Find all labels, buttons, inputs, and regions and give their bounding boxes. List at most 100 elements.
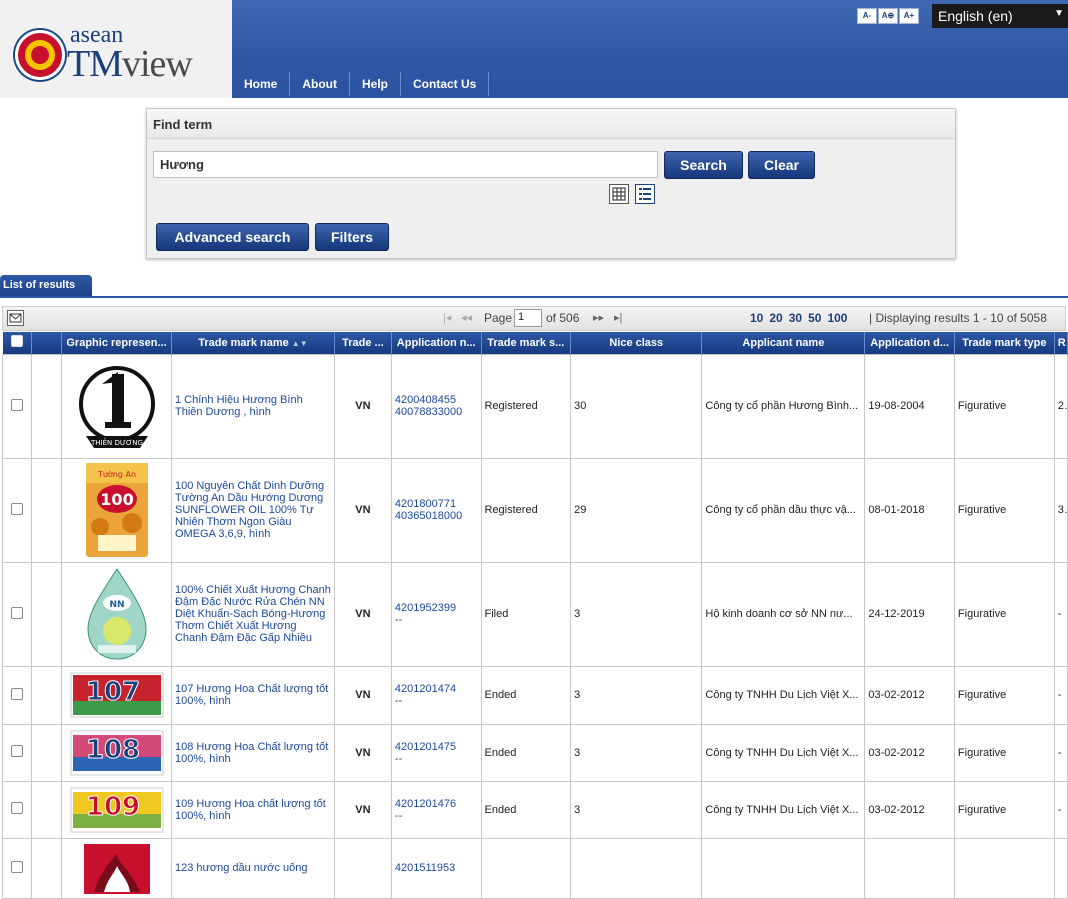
nav-help[interactable]: Help xyxy=(350,72,402,96)
graphic-representation[interactable]: 108 xyxy=(61,723,172,782)
nice-class: 3 xyxy=(570,723,703,782)
nav-about[interactable]: About xyxy=(290,72,350,96)
office-code xyxy=(333,837,392,899)
row-checkbox[interactable] xyxy=(2,353,32,459)
row-blank xyxy=(30,780,63,839)
nav-contact-us[interactable]: Contact Us xyxy=(401,72,490,96)
nav-home[interactable]: Home xyxy=(232,72,291,96)
trade-mark-name[interactable]: 123 hương dầu nước uống xyxy=(170,837,335,899)
first-page-icon[interactable]: |◂ xyxy=(443,311,451,324)
row-blank xyxy=(30,353,63,459)
graphic-representation[interactable]: THIÊN DƯƠNG xyxy=(61,353,172,459)
table-row[interactable]: 123 hương dầu nước uống 4201511953 xyxy=(2,837,1068,899)
application-number[interactable]: 4201800771 40365018000 xyxy=(390,457,482,563)
trade-mark-status: Registered xyxy=(480,457,572,563)
trade-mark-type: Figurative xyxy=(953,780,1055,839)
office-code: VN xyxy=(333,457,392,563)
row-checkbox[interactable] xyxy=(2,780,32,839)
table-row[interactable]: 107 107 Hương Hoa Chất lượng tốt 100%, hì… xyxy=(2,665,1068,725)
graphic-representation[interactable]: 107 xyxy=(61,665,172,725)
table-row[interactable]: 108 108 Hương Hoa Chất lượng tốt 100%, hì… xyxy=(2,723,1068,782)
row-checkbox[interactable] xyxy=(2,561,32,667)
last-page-icon[interactable]: ▸| xyxy=(614,311,622,324)
trade-mark-name[interactable]: 100% Chiết Xuất Hương Chanh Đậm Đặc Nước… xyxy=(170,561,335,667)
page-size-10[interactable]: 10 xyxy=(750,311,763,325)
graphic-representation[interactable]: 109 xyxy=(61,780,172,839)
mail-icon[interactable] xyxy=(7,310,24,326)
grid-view-icon[interactable] xyxy=(609,184,629,204)
header-trade-mark-name[interactable]: Trade mark name ▲▼ xyxy=(171,332,335,354)
trade-mark-name[interactable]: 1 Chính Hiệu Hương Bình Thiên Dương , hì… xyxy=(170,353,335,459)
row-checkbox[interactable] xyxy=(2,665,32,725)
next-page-icon[interactable]: ▸▸ xyxy=(593,311,604,324)
table-row[interactable]: THIÊN DƯƠNG 1 Chính Hiệu Hương Bình Thiên… xyxy=(2,353,1068,459)
application-date: 03-02-2012 xyxy=(864,780,955,839)
trade-mark-type: Figurative xyxy=(953,457,1055,563)
tab-underline xyxy=(0,296,1068,298)
row-checkbox[interactable] xyxy=(2,723,32,782)
list-view-icon[interactable] xyxy=(635,184,655,204)
header-application-date[interactable]: Application d... xyxy=(864,332,955,354)
clear-button[interactable]: Clear xyxy=(748,151,815,179)
header-registration[interactable]: Regi xyxy=(1054,332,1068,354)
row-checkbox[interactable] xyxy=(2,837,32,899)
svg-text:THIÊN DƯƠNG: THIÊN DƯƠNG xyxy=(90,438,143,447)
graphic-representation[interactable]: Tường An 100 xyxy=(61,457,172,563)
application-number[interactable]: 4201201476 -- xyxy=(390,780,482,839)
row-blank xyxy=(30,561,63,667)
row-checkbox[interactable] xyxy=(2,457,32,563)
page-size-30[interactable]: 30 xyxy=(789,311,802,325)
page-size-20[interactable]: 20 xyxy=(769,311,782,325)
trade-mark-type xyxy=(953,837,1055,899)
filters-button[interactable]: Filters xyxy=(315,223,389,251)
tab-list-of-results[interactable]: List of results xyxy=(0,275,92,297)
search-button[interactable]: Search xyxy=(664,151,743,179)
table-row[interactable]: 109 109 Hương Hoa chất lượng tốt 100%, hì… xyxy=(2,780,1068,839)
advanced-search-button[interactable]: Advanced search xyxy=(156,223,309,251)
page-size-50[interactable]: 50 xyxy=(808,311,821,325)
select-all-checkbox[interactable] xyxy=(2,332,32,354)
table-row[interactable]: Tường An 100 100 Nguyên Chất Dinh Dưỡng Tư… xyxy=(2,457,1068,563)
language-select[interactable]: English (en) ▼ xyxy=(932,4,1068,28)
application-number[interactable]: 4201511953 xyxy=(390,837,482,899)
search-input[interactable]: Hương xyxy=(153,151,658,178)
svg-text:NN: NN xyxy=(109,600,124,610)
header-office[interactable]: Trade ... xyxy=(334,332,392,354)
application-number[interactable]: 4201952399 -- xyxy=(390,561,482,667)
page-size-100[interactable]: 100 xyxy=(827,311,847,325)
nice-class: 29 xyxy=(570,457,703,563)
office-code: VN xyxy=(333,561,392,667)
graphic-representation[interactable]: NN xyxy=(61,561,172,667)
page-number-input[interactable]: 1 xyxy=(514,309,542,327)
header-application-number[interactable]: Application n... xyxy=(391,332,482,354)
font-decrease-button[interactable]: A- xyxy=(857,8,877,24)
trade-mark-type: Figurative xyxy=(953,665,1055,725)
trade-mark-name[interactable]: 107 Hương Hoa Chất lượng tốt 100%, hình xyxy=(170,665,335,725)
graphic-representation[interactable] xyxy=(61,837,172,899)
font-increase-button[interactable]: A+ xyxy=(899,8,919,24)
office-code: VN xyxy=(333,780,392,839)
header-graphic[interactable]: Graphic represen... xyxy=(61,332,172,354)
trade-mark-name[interactable]: 109 Hương Hoa chất lượng tốt 100%, hình xyxy=(170,780,335,839)
application-number[interactable]: 4200408455 40078833000 xyxy=(390,353,482,459)
header-applicant-name[interactable]: Applicant name xyxy=(701,332,866,354)
row-blank xyxy=(30,837,63,899)
application-number[interactable]: 4201201474 -- xyxy=(390,665,482,725)
header-trade-mark-type[interactable]: Trade mark type xyxy=(954,332,1055,354)
trade-mark-name[interactable]: 100 Nguyên Chất Dinh Dưỡng Tường An Dầu … xyxy=(170,457,335,563)
table-row[interactable]: NN 100% Chiết Xuất Hương Chanh Đậm Đặc Nư… xyxy=(2,561,1068,667)
header-trade-mark-status[interactable]: Trade mark s... xyxy=(481,332,572,354)
applicant-name: Công ty cổ phần Hương Bình... xyxy=(701,353,866,459)
nice-class: 30 xyxy=(570,353,703,459)
trade-mark-name[interactable]: 108 Hương Hoa Chất lượng tốt 100%, hình xyxy=(170,723,335,782)
prev-page-icon[interactable]: ◂◂ xyxy=(461,311,472,324)
application-number[interactable]: 4201201475 -- xyxy=(390,723,482,782)
trade-mark-type: Figurative xyxy=(953,561,1055,667)
applicant-name: Hộ kinh doanh cơ sở NN nư... xyxy=(701,561,866,667)
header-nice-class[interactable]: Nice class xyxy=(570,332,703,354)
office-code: VN xyxy=(333,665,392,725)
application-date: 08-01-2018 xyxy=(864,457,955,563)
logo[interactable]: asean TMview xyxy=(0,0,232,98)
logo-tmview-text: TMview xyxy=(67,43,193,85)
font-reset-button[interactable]: A⊕ xyxy=(878,8,898,24)
